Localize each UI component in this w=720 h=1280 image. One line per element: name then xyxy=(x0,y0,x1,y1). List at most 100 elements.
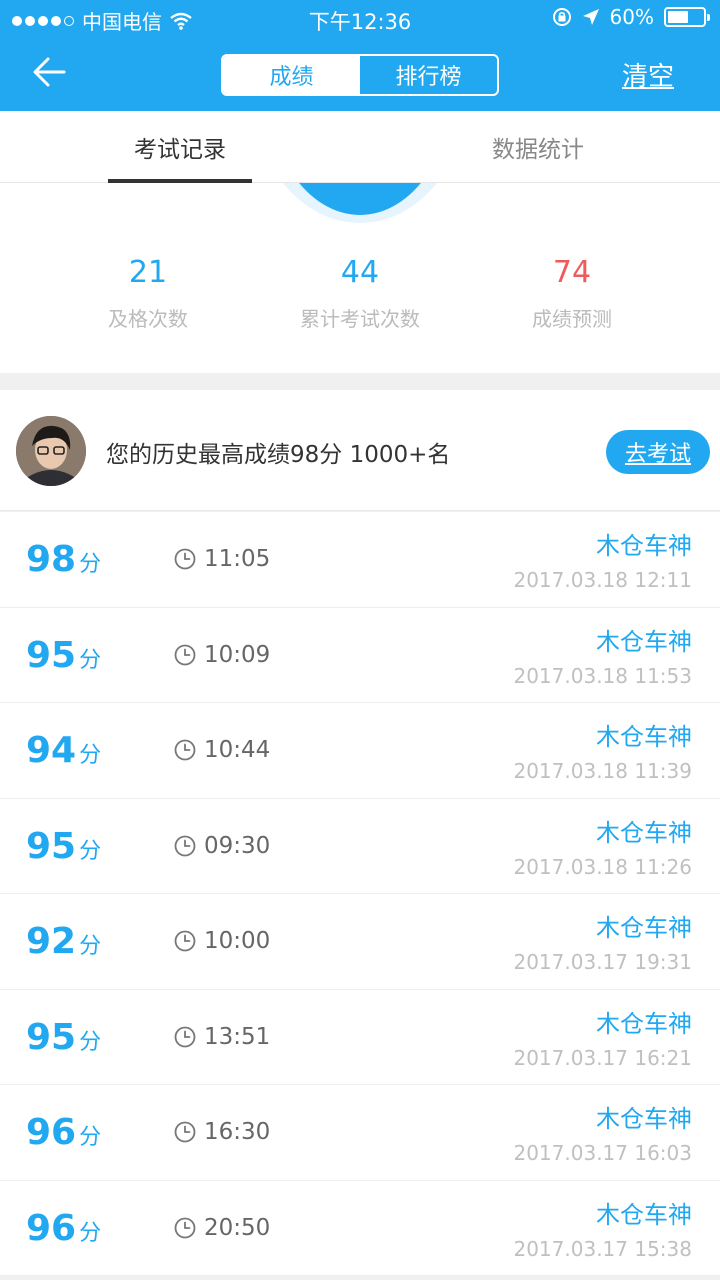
score-unit: 分 xyxy=(79,838,102,864)
tab-ranking[interactable]: 排行榜 xyxy=(360,56,497,94)
record-name: 木仓车神 xyxy=(596,1105,692,1133)
record-duration: 10:09 xyxy=(174,642,270,668)
record-name: 木仓车神 xyxy=(596,532,692,560)
record-date: 2017.03.17 16:21 xyxy=(513,1045,692,1070)
record-row[interactable]: 94 分 10:44 木仓车神 2017.03.18 11:39 xyxy=(0,703,720,799)
record-duration: 16:30 xyxy=(174,1119,270,1145)
stat-label: 及格次数 xyxy=(108,307,188,331)
tab-data-statistics[interactable]: 数据统计 xyxy=(466,111,610,183)
best-score-text: 您的历史最高成绩98分 1000+名 xyxy=(106,442,451,468)
status-right: 60% xyxy=(552,5,710,29)
avatar[interactable] xyxy=(16,416,86,486)
record-name: 木仓车神 xyxy=(596,1009,692,1038)
score-value: 95 xyxy=(26,634,77,676)
exam-records-list: 98 分 11:05 木仓车神 2017.03.18 12:11 95 分 10:09 木仓车神… xyxy=(0,512,720,1276)
score-value: 94 xyxy=(26,730,77,771)
score-unit: 分 xyxy=(79,1125,102,1150)
clock-icon xyxy=(174,930,196,952)
record-score: 95 分 xyxy=(26,635,101,676)
record-row[interactable]: 95 分 09:30 木仓车神 2017.03.18 11:26 xyxy=(0,799,720,894)
record-duration: 11:05 xyxy=(174,546,270,572)
record-date: 2017.03.18 11:39 xyxy=(513,759,692,783)
battery-percent: 60% xyxy=(609,5,654,29)
record-score: 95 分 xyxy=(26,826,101,867)
nav-bar: 成绩 排行榜 清空 xyxy=(0,38,720,111)
stat-value: 74 xyxy=(552,255,592,290)
stat-pass-count: 21 及格次数 xyxy=(48,253,248,332)
tab-score[interactable]: 成绩 xyxy=(223,56,360,94)
record-score: 98 分 xyxy=(26,539,101,580)
duration-value: 10:09 xyxy=(204,641,271,668)
score-unit: 分 xyxy=(79,1029,102,1055)
duration-value: 20:50 xyxy=(204,1214,271,1241)
record-score: 96 分 xyxy=(26,1208,101,1249)
duration-value: 10:44 xyxy=(204,737,271,763)
record-row[interactable]: 92 分 10:00 木仓车神 2017.03.17 19:31 xyxy=(0,894,720,990)
status-bar: 中国电信 下午12:36 60% xyxy=(0,0,720,38)
score-value: 96 xyxy=(26,1207,77,1249)
score-value: 92 xyxy=(26,921,77,962)
stat-value: 21 xyxy=(128,255,168,290)
record-name: 木仓车神 xyxy=(596,627,692,656)
record-duration: 20:50 xyxy=(174,1215,270,1241)
header: 中国电信 下午12:36 60% 成绩 排行榜 清空 xyxy=(0,0,720,111)
record-score: 96 分 xyxy=(26,1112,101,1153)
record-date: 2017.03.17 16:03 xyxy=(513,1141,692,1165)
record-duration: 13:51 xyxy=(174,1024,270,1050)
duration-value: 11:05 xyxy=(204,546,271,572)
clock-icon xyxy=(174,644,196,666)
back-button[interactable] xyxy=(28,52,74,92)
score-unit: 分 xyxy=(79,743,102,768)
go-exam-button[interactable]: 去考试 xyxy=(606,430,710,474)
clear-button[interactable]: 清空 xyxy=(622,56,674,93)
record-date: 2017.03.18 11:53 xyxy=(513,663,692,688)
clock-icon xyxy=(174,1217,196,1239)
score-value: 95 xyxy=(26,1016,77,1058)
record-name: 木仓车神 xyxy=(596,723,692,751)
record-duration: 09:30 xyxy=(174,833,270,859)
record-duration: 10:44 xyxy=(174,737,270,763)
record-row[interactable]: 95 分 10:09 木仓车神 2017.03.18 11:53 xyxy=(0,608,720,703)
record-duration: 10:00 xyxy=(174,928,270,954)
duration-value: 16:30 xyxy=(204,1119,271,1145)
stat-value: 44 xyxy=(340,255,380,290)
stat-label: 累计考试次数 xyxy=(300,307,420,331)
record-name: 木仓车神 xyxy=(596,818,692,847)
avatar-image xyxy=(16,416,86,486)
score-value: 95 xyxy=(26,825,77,867)
score-unit: 分 xyxy=(79,1220,102,1246)
record-score: 94 分 xyxy=(26,730,101,771)
score-unit: 分 xyxy=(79,552,102,577)
clock-icon xyxy=(174,1026,196,1048)
score-unit: 分 xyxy=(79,934,102,959)
record-score: 92 分 xyxy=(26,921,101,962)
clock-icon xyxy=(174,835,196,857)
record-score: 95 分 xyxy=(26,1017,101,1058)
location-arrow-icon xyxy=(582,9,599,25)
record-name: 木仓车神 xyxy=(596,914,692,942)
back-arrow-icon xyxy=(33,57,66,87)
rotation-lock-icon xyxy=(552,8,571,26)
duration-value: 10:00 xyxy=(204,928,271,954)
clock-icon xyxy=(174,1121,196,1143)
record-date: 2017.03.18 11:26 xyxy=(513,854,692,879)
record-row[interactable]: 98 分 11:05 木仓车神 2017.03.18 12:11 xyxy=(0,512,720,608)
record-row[interactable]: 96 分 20:50 木仓车神 2017.03.17 15:38 xyxy=(0,1181,720,1276)
sub-tabs: 考试记录 数据统计 xyxy=(0,111,720,183)
record-row[interactable]: 96 分 16:30 木仓车神 2017.03.17 16:03 xyxy=(0,1085,720,1181)
record-date: 2017.03.17 19:31 xyxy=(513,950,692,974)
stat-total-exams: 44 累计考试次数 xyxy=(260,253,460,332)
score-value: 96 xyxy=(26,1112,77,1153)
app-screen: 中国电信 下午12:36 60% 成绩 排行榜 清空 考试记录 数据统计 21 … xyxy=(0,0,720,1280)
record-date: 2017.03.18 12:11 xyxy=(513,568,692,592)
tab-exam-records[interactable]: 考试记录 xyxy=(108,111,252,183)
score-value: 98 xyxy=(26,539,77,580)
record-name: 木仓车神 xyxy=(596,1200,692,1229)
clock-icon xyxy=(174,548,196,570)
best-score-banner: 您的历史最高成绩98分 1000+名 去考试 xyxy=(0,390,720,511)
duration-value: 13:51 xyxy=(204,1023,271,1050)
record-date: 2017.03.17 15:38 xyxy=(513,1236,692,1261)
stats-panel: 21 及格次数 44 累计考试次数 74 成绩预测 xyxy=(0,183,720,373)
record-row[interactable]: 95 分 13:51 木仓车神 2017.03.17 16:21 xyxy=(0,990,720,1085)
duration-value: 09:30 xyxy=(204,832,271,859)
